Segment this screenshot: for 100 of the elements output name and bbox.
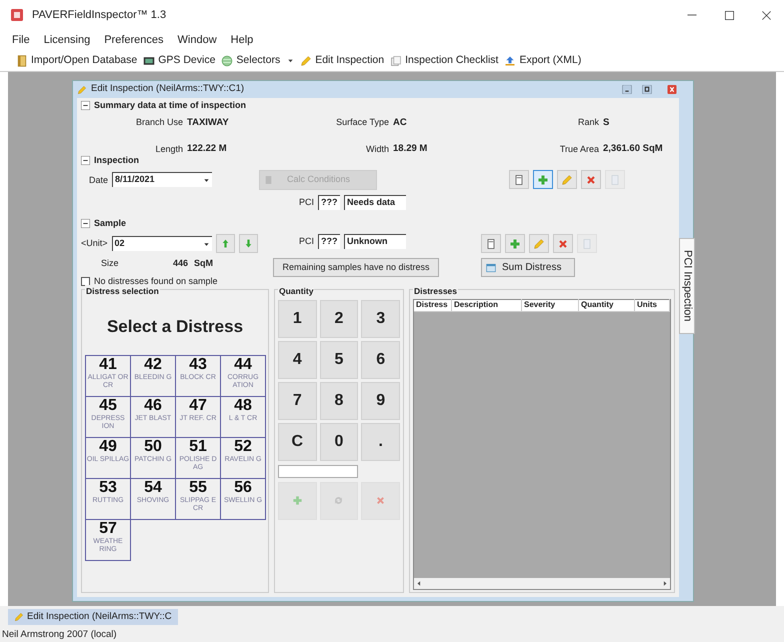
document-icon bbox=[609, 174, 621, 186]
maximize-icon bbox=[639, 85, 655, 94]
side-tab[interactable]: PCI Inspection bbox=[679, 238, 695, 334]
cycle-icon bbox=[333, 495, 344, 506]
pencil-icon bbox=[533, 238, 545, 250]
menu-item[interactable]: Licensing bbox=[44, 32, 90, 48]
keypad-key[interactable]: 4 bbox=[278, 340, 317, 379]
maximize-icon bbox=[724, 10, 735, 20]
keypad-key[interactable]: 7 bbox=[278, 382, 317, 420]
action-button[interactable] bbox=[557, 170, 577, 189]
keypad-key[interactable]: 2 bbox=[320, 300, 358, 338]
keypad-key[interactable]: 3 bbox=[361, 300, 400, 338]
group-title: Quantity bbox=[278, 285, 314, 298]
field-label: Size bbox=[101, 257, 120, 270]
toolbar-button[interactable]: Selectors bbox=[221, 52, 294, 68]
field-label: PCI bbox=[299, 234, 314, 248]
keypad-key[interactable]: . bbox=[361, 422, 400, 461]
device-icon bbox=[143, 54, 156, 66]
menu-item[interactable]: Window bbox=[178, 32, 217, 48]
window-title: PAVERFieldInspector™ 1.3 bbox=[32, 8, 166, 23]
column-header[interactable]: Units bbox=[635, 299, 670, 312]
unit-value: 02 bbox=[114, 237, 125, 250]
remaining-samples-button[interactable]: Remaining samples have no distress bbox=[273, 258, 439, 277]
cross-icon bbox=[375, 495, 386, 506]
notepad-icon bbox=[485, 238, 497, 250]
field-value: 18.29 M bbox=[393, 142, 428, 156]
pci-field[interactable]: ??? bbox=[318, 195, 340, 210]
horizontal-scrollbar[interactable] bbox=[414, 578, 670, 589]
document-icon bbox=[581, 238, 593, 250]
down-arrow-icon bbox=[244, 238, 253, 249]
keypad-key[interactable]: C bbox=[278, 422, 317, 461]
minimize-icon bbox=[619, 85, 635, 94]
column-header[interactable]: Quantity bbox=[579, 299, 635, 312]
cross-icon bbox=[557, 238, 569, 250]
action-button[interactable] bbox=[529, 234, 549, 253]
dialog-title: Edit Inspection (NeilArms::TWY::C1) bbox=[91, 82, 244, 96]
pencil-icon bbox=[300, 54, 312, 66]
date-dropdown[interactable]: 8/11/2021 bbox=[112, 172, 212, 187]
field-label: Width bbox=[364, 142, 390, 156]
quantity-input[interactable] bbox=[278, 464, 358, 478]
arrow-button[interactable] bbox=[216, 234, 235, 253]
section-heading: Summary data at time of inspection bbox=[94, 98, 246, 112]
toolbar-button[interactable]: Inspection Checklist bbox=[390, 52, 498, 68]
column-header[interactable]: Distress bbox=[414, 299, 452, 312]
plus-icon bbox=[509, 238, 521, 250]
action-button[interactable] bbox=[505, 234, 525, 253]
field-label: <Unit> bbox=[81, 236, 108, 250]
menu-item[interactable]: Preferences bbox=[104, 32, 164, 48]
pencil-icon bbox=[561, 174, 573, 186]
no-distress-checkbox[interactable]: No distresses found on sample bbox=[81, 274, 261, 288]
section-heading: Inspection bbox=[94, 154, 140, 167]
condition-field[interactable]: Needs data bbox=[344, 195, 406, 210]
pencil-icon bbox=[14, 612, 24, 622]
keypad-key[interactable]: 1 bbox=[278, 300, 317, 338]
size-value: 446 bbox=[173, 257, 188, 270]
cross-icon bbox=[585, 174, 597, 186]
globe-icon bbox=[221, 54, 234, 66]
dropdown-arrow-icon bbox=[203, 176, 210, 184]
pencil-icon bbox=[77, 84, 87, 94]
app-logo-icon bbox=[10, 9, 24, 21]
pci-field[interactable]: ??? bbox=[318, 234, 340, 249]
field-label: Branch Use bbox=[134, 116, 184, 130]
toolbar-button[interactable]: GPS Device bbox=[143, 52, 216, 68]
keypad-key[interactable]: 9 bbox=[361, 382, 400, 420]
toolbar-button[interactable]: Export (XML) bbox=[504, 52, 582, 68]
scroll-left-icon bbox=[416, 580, 422, 587]
upload-icon bbox=[504, 54, 516, 66]
field-value: AC bbox=[393, 116, 408, 130]
action-button[interactable] bbox=[581, 170, 601, 189]
keypad-key[interactable]: 8 bbox=[320, 382, 358, 420]
window-tab[interactable]: Edit Inspection (NeilArms::TWY::C bbox=[8, 609, 178, 625]
action-button[interactable] bbox=[509, 170, 529, 189]
field-value: TAXIWAY bbox=[187, 116, 230, 130]
action-button[interactable] bbox=[481, 234, 501, 253]
close-icon bbox=[761, 10, 772, 20]
condition-field[interactable]: Unknown bbox=[344, 234, 406, 249]
keypad-key[interactable]: 6 bbox=[361, 340, 400, 379]
field-label: Rank bbox=[576, 116, 600, 130]
unit-dropdown[interactable]: 02 bbox=[112, 236, 212, 251]
calendar-icon bbox=[486, 262, 496, 272]
column-header[interactable]: Description bbox=[452, 299, 522, 312]
toolbar-button[interactable]: Edit Inspection bbox=[300, 52, 384, 68]
menu-item[interactable]: Help bbox=[230, 32, 254, 48]
size-unit: SqM bbox=[194, 257, 214, 270]
toolbar-button[interactable]: Import/Open Database bbox=[16, 52, 138, 68]
keypad-key[interactable]: 0 bbox=[320, 422, 358, 461]
column-header[interactable]: Severity bbox=[522, 299, 579, 312]
field-label: True Area bbox=[558, 142, 600, 156]
dropdown-arrow-icon bbox=[202, 240, 210, 248]
up-arrow-icon bbox=[220, 238, 230, 249]
arrow-button[interactable] bbox=[238, 234, 258, 253]
action-button[interactable] bbox=[553, 234, 573, 253]
sum-distress-button[interactable]: Sum Distress bbox=[481, 258, 575, 277]
scroll-right-icon bbox=[662, 580, 668, 587]
field-value: S bbox=[603, 116, 610, 130]
keypad-key[interactable]: 5 bbox=[320, 340, 358, 379]
action-button[interactable] bbox=[533, 170, 553, 189]
menu-item[interactable]: File bbox=[12, 32, 30, 48]
field-value: 2,361.60 SqM bbox=[603, 142, 664, 156]
pages-icon bbox=[390, 54, 402, 66]
